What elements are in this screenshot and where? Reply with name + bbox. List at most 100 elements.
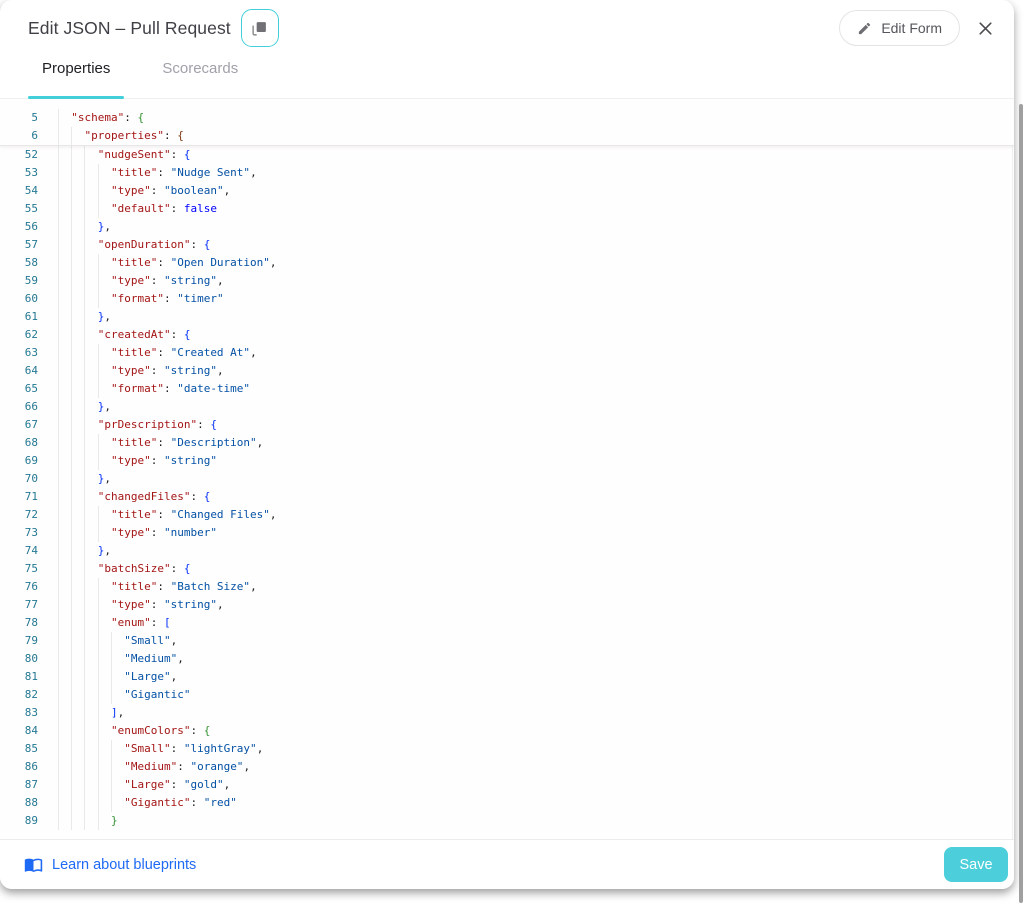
indent-guide bbox=[71, 794, 72, 812]
code-line[interactable]: 58"title": "Open Duration", bbox=[0, 254, 1014, 272]
close-icon bbox=[976, 19, 995, 38]
code-line[interactable]: 77"type": "string", bbox=[0, 596, 1014, 614]
code-token: , bbox=[243, 760, 250, 773]
indent-guide bbox=[71, 812, 72, 830]
indent-guide bbox=[84, 236, 85, 254]
code-line[interactable]: 62"createdAt": { bbox=[0, 326, 1014, 344]
tab-properties[interactable]: Properties bbox=[28, 56, 124, 98]
line-number: 75 bbox=[0, 560, 38, 578]
indent-guide bbox=[71, 308, 72, 326]
code-token: : bbox=[171, 562, 184, 575]
code-line[interactable]: 5"schema": { bbox=[0, 109, 1014, 127]
code-token: "properties" bbox=[84, 129, 163, 142]
code-line[interactable]: 53"title": "Nudge Sent", bbox=[0, 164, 1014, 182]
code-line[interactable]: 52"nudgeSent": { bbox=[0, 146, 1014, 164]
code-line[interactable]: 83], bbox=[0, 704, 1014, 722]
code-line[interactable]: 82"Gigantic" bbox=[0, 686, 1014, 704]
code-line[interactable]: 70}, bbox=[0, 470, 1014, 488]
editor-right-edge bbox=[1012, 99, 1013, 839]
indent-guide bbox=[84, 578, 85, 596]
indent-guide bbox=[98, 776, 99, 794]
code-line[interactable]: 63"title": "Created At", bbox=[0, 344, 1014, 362]
line-number: 64 bbox=[0, 362, 38, 380]
code-line[interactable]: 84"enumColors": { bbox=[0, 722, 1014, 740]
code-line[interactable]: 68"title": "Description", bbox=[0, 434, 1014, 452]
indent-guide bbox=[58, 380, 59, 398]
code-line[interactable]: 64"type": "string", bbox=[0, 362, 1014, 380]
code-line[interactable]: 57"openDuration": { bbox=[0, 236, 1014, 254]
indent-guide bbox=[58, 776, 59, 794]
indent-guide bbox=[98, 452, 99, 470]
code-token: : bbox=[157, 256, 170, 269]
indent-guide bbox=[84, 434, 85, 452]
code-line[interactable]: 80"Medium", bbox=[0, 650, 1014, 668]
code-token: "enum" bbox=[111, 616, 151, 629]
code-line[interactable]: 71"changedFiles": { bbox=[0, 488, 1014, 506]
code-line[interactable]: 76"title": "Batch Size", bbox=[0, 578, 1014, 596]
code-line[interactable]: 85"Small": "lightGray", bbox=[0, 740, 1014, 758]
book-icon bbox=[24, 855, 43, 874]
indent-guide bbox=[58, 127, 59, 145]
line-number: 72 bbox=[0, 506, 38, 524]
tab-scorecards[interactable]: Scorecards bbox=[148, 56, 252, 98]
indent-guide bbox=[84, 362, 85, 380]
code-line[interactable]: 66}, bbox=[0, 398, 1014, 416]
code-line[interactable]: 67"prDescription": { bbox=[0, 416, 1014, 434]
indent-guide bbox=[71, 758, 72, 776]
code-line[interactable]: 75"batchSize": { bbox=[0, 560, 1014, 578]
tab-scorecards-label: Scorecards bbox=[162, 60, 238, 77]
code-token: : bbox=[190, 238, 203, 251]
code-line[interactable]: 6"properties": { bbox=[0, 127, 1014, 145]
save-button[interactable]: Save bbox=[944, 847, 1008, 882]
code-line[interactable]: 73"type": "number" bbox=[0, 524, 1014, 542]
code-line[interactable]: 59"type": "string", bbox=[0, 272, 1014, 290]
indent-guide bbox=[58, 308, 59, 326]
indent-guide bbox=[58, 109, 59, 127]
page-scrollbar[interactable] bbox=[1014, 0, 1026, 903]
code-text: "type": "number" bbox=[38, 524, 1014, 542]
indent-guide bbox=[71, 632, 72, 650]
code-line[interactable]: 87"Large": "gold", bbox=[0, 776, 1014, 794]
learn-about-blueprints-link[interactable]: Learn about blueprints bbox=[24, 855, 196, 874]
code-line[interactable]: 89} bbox=[0, 812, 1014, 830]
code-line[interactable]: 78"enum": [ bbox=[0, 614, 1014, 632]
sticky-scroll-lines[interactable]: 5"schema": {6"properties": { bbox=[0, 99, 1014, 146]
code-line[interactable]: 65"format": "date-time" bbox=[0, 380, 1014, 398]
code-lines[interactable]: 52"nudgeSent": {53"title": "Nudge Sent",… bbox=[0, 146, 1014, 830]
code-token: "batchSize" bbox=[98, 562, 171, 575]
page-scrollbar-thumb[interactable] bbox=[1019, 104, 1023, 903]
indent-guide bbox=[98, 164, 99, 182]
code-token: "Created At" bbox=[171, 346, 250, 359]
code-line[interactable]: 60"format": "timer" bbox=[0, 290, 1014, 308]
code-token: "red" bbox=[204, 796, 237, 809]
close-button[interactable] bbox=[968, 11, 1002, 45]
code-token: : bbox=[151, 616, 164, 629]
indent-guide bbox=[98, 614, 99, 632]
indent-guide bbox=[58, 362, 59, 380]
code-token: "gold" bbox=[184, 778, 224, 791]
copy-title-button[interactable] bbox=[241, 9, 279, 47]
indent-guide bbox=[71, 127, 72, 145]
code-line[interactable]: 79"Small", bbox=[0, 632, 1014, 650]
json-code-editor[interactable]: 5"schema": {6"properties": { 52"nudgeSen… bbox=[0, 99, 1014, 839]
code-text: "format": "timer" bbox=[38, 290, 1014, 308]
code-line[interactable]: 55"default": false bbox=[0, 200, 1014, 218]
edit-form-button[interactable]: Edit Form bbox=[839, 10, 960, 46]
indent-guide bbox=[71, 380, 72, 398]
code-line[interactable]: 69"type": "string" bbox=[0, 452, 1014, 470]
code-line[interactable]: 88"Gigantic": "red" bbox=[0, 794, 1014, 812]
code-token: : bbox=[151, 364, 164, 377]
code-token: "format" bbox=[111, 382, 164, 395]
code-line[interactable]: 72"title": "Changed Files", bbox=[0, 506, 1014, 524]
code-line[interactable]: 81"Large", bbox=[0, 668, 1014, 686]
indent-guide bbox=[84, 398, 85, 416]
code-line[interactable]: 61}, bbox=[0, 308, 1014, 326]
code-line[interactable]: 54"type": "boolean", bbox=[0, 182, 1014, 200]
indent-guide bbox=[84, 596, 85, 614]
indent-guide bbox=[58, 182, 59, 200]
code-line[interactable]: 56}, bbox=[0, 218, 1014, 236]
code-token: "schema" bbox=[71, 111, 124, 124]
indent-guide bbox=[84, 182, 85, 200]
code-line[interactable]: 86"Medium": "orange", bbox=[0, 758, 1014, 776]
code-line[interactable]: 74}, bbox=[0, 542, 1014, 560]
